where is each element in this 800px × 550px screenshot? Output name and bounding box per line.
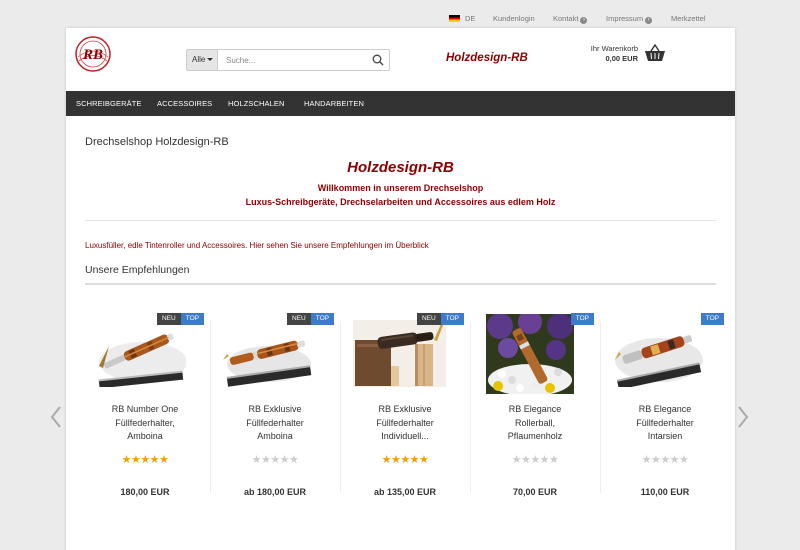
logo-text: RB bbox=[82, 47, 103, 63]
top-utility-bar: DE Kundenlogin Kontakt › Impressum › Merkz… bbox=[0, 9, 800, 27]
nav-item-schreibgeraete[interactable]: SCHREIBGERÄTE bbox=[76, 91, 141, 116]
circle-arrow-icon: › bbox=[645, 17, 653, 24]
star-rating: ★★★★★ bbox=[251, 454, 299, 466]
star-rating: ★★★★★ bbox=[381, 454, 429, 466]
search-category-dropdown[interactable]: Alle bbox=[187, 50, 218, 70]
product-image[interactable] bbox=[613, 320, 706, 387]
contact-link[interactable]: Kontakt › bbox=[553, 14, 588, 24]
product-name-line: Füllfederhalter bbox=[636, 417, 694, 428]
contact-label: Kontakt bbox=[553, 14, 579, 23]
product-image[interactable] bbox=[353, 320, 446, 387]
card-divider bbox=[340, 321, 341, 493]
product-name-line: Pflaumenholz bbox=[507, 431, 563, 441]
search-input[interactable] bbox=[219, 50, 369, 70]
product-name-line: Füllfederhalter, bbox=[115, 417, 175, 428]
caret-down-icon bbox=[207, 58, 214, 61]
badge-top: TOP bbox=[570, 313, 594, 325]
circle-arrow-icon: › bbox=[580, 17, 588, 24]
product-image[interactable] bbox=[486, 314, 574, 394]
star-rating: ★★★★★ bbox=[121, 454, 169, 466]
section-divider bbox=[85, 283, 716, 285]
product-name-line: Füllfederhalter bbox=[246, 417, 304, 428]
section-title: Unsere Empfehlungen bbox=[85, 264, 190, 276]
product-name-line: RB Number One bbox=[111, 404, 179, 414]
rb-logo-icon: RB bbox=[75, 36, 111, 72]
hero-welcome: Willkommen in unserem Drechselshop bbox=[317, 183, 484, 193]
language-label: DE bbox=[465, 14, 476, 23]
customer-login-link[interactable]: Kundenlogin bbox=[493, 14, 535, 23]
product-name-line: Rollerball, bbox=[514, 417, 556, 428]
product-price: ab 180,00 EUR bbox=[243, 487, 307, 497]
badge-new: NEU bbox=[417, 313, 441, 325]
main-navigation: SCHREIBGERÄTE ACCESSOIRES HOLZSCHALEN HA… bbox=[66, 91, 735, 116]
badge-group: NEU TOP bbox=[417, 313, 464, 325]
badge-group: NEU TOP bbox=[287, 313, 334, 325]
product-price: ab 135,00 EUR bbox=[373, 487, 437, 497]
card-divider bbox=[210, 321, 211, 493]
cart-amount: 0,00 EUR bbox=[605, 54, 638, 63]
badge-top: TOP bbox=[700, 313, 724, 325]
hero-tagline: Luxus-Schreibgeräte, Drechselarbeiten un… bbox=[245, 197, 556, 207]
product-name-line: Amboina bbox=[257, 431, 293, 441]
badge-group: NEU TOP bbox=[157, 313, 204, 325]
page-panel: RB Alle Holzdesign-RB Ihr Warenkorb 0,00… bbox=[66, 28, 735, 550]
hero-title: Holzdesign-RB bbox=[347, 159, 454, 176]
product-card[interactable]: NEU TOP RB Exklusive Füllfederhalter Amb… bbox=[216, 313, 341, 499]
nav-item-accessoires[interactable]: ACCESSOIRES bbox=[157, 91, 212, 116]
imprint-link[interactable]: Impressum › bbox=[606, 14, 653, 24]
intro-text: Luxusfüller, edle Tintenroller und Acces… bbox=[85, 241, 429, 250]
card-divider bbox=[470, 321, 471, 493]
language-selector[interactable]: DE bbox=[449, 14, 475, 23]
search-bar: Alle bbox=[186, 49, 390, 71]
imprint-label: Impressum bbox=[606, 14, 644, 23]
product-name-line: RB Exklusive bbox=[248, 404, 302, 414]
product-image[interactable] bbox=[93, 320, 186, 387]
brand-name[interactable]: Holzdesign-RB bbox=[446, 52, 528, 64]
badge-top: TOP bbox=[180, 313, 204, 325]
badge-top: TOP bbox=[440, 313, 464, 325]
product-price: 70,00 EUR bbox=[512, 487, 558, 497]
shop-logo[interactable]: RB bbox=[74, 35, 112, 73]
badge-new: NEU bbox=[157, 313, 181, 325]
product-name[interactable]: RB Elegance Rollerball, Pflaumenholz bbox=[476, 403, 594, 444]
product-card[interactable]: TOP RB Elegance Füllfederhalter Intarsie… bbox=[606, 313, 724, 499]
product-card[interactable]: NEU TOP RB Exklusive Füllfederhalter Ind… bbox=[346, 313, 471, 499]
product-name[interactable]: RB Exklusive Füllfederhalter Individuell… bbox=[346, 403, 464, 444]
search-icon[interactable] bbox=[372, 54, 384, 66]
chevron-right-icon[interactable] bbox=[737, 406, 749, 428]
product-name[interactable]: RB Exklusive Füllfederhalter Amboina bbox=[216, 403, 334, 444]
product-name-line: RB Exklusive bbox=[378, 404, 432, 414]
product-name-line: RB Elegance bbox=[508, 404, 562, 414]
product-image[interactable] bbox=[223, 320, 316, 387]
wishlist-link[interactable]: Merkzettel bbox=[671, 14, 706, 23]
basket-icon[interactable] bbox=[644, 44, 666, 62]
star-rating: ★★★★★ bbox=[511, 454, 559, 466]
product-name-line: Füllfederhalter bbox=[376, 417, 434, 428]
card-divider bbox=[600, 321, 601, 493]
product-name-line: RB Elegance bbox=[638, 404, 692, 414]
product-name[interactable]: RB Elegance Füllfederhalter Intarsien bbox=[606, 403, 724, 444]
product-price: 180,00 EUR bbox=[120, 487, 170, 497]
product-name-line: Amboina bbox=[127, 431, 163, 441]
product-name-line: Individuell... bbox=[381, 431, 429, 441]
badge-group: TOP bbox=[700, 313, 724, 325]
product-name-line: Intarsien bbox=[647, 431, 683, 441]
cart-summary[interactable]: Ihr Warenkorb 0,00 EUR bbox=[578, 44, 638, 64]
cart-label: Ihr Warenkorb bbox=[590, 44, 638, 53]
nav-item-handarbeiten[interactable]: HANDARBEITEN bbox=[304, 91, 364, 116]
badge-top: TOP bbox=[310, 313, 334, 325]
search-category-label: Alle bbox=[192, 55, 206, 64]
nav-item-holzschalen[interactable]: HOLZSCHALEN bbox=[228, 91, 285, 116]
product-card[interactable]: TOP RB Elegance Rollerball, Pflaumenholz… bbox=[476, 313, 601, 499]
product-name[interactable]: RB Number One Füllfederhalter, Amboina bbox=[86, 403, 204, 444]
chevron-left-icon[interactable] bbox=[50, 406, 62, 428]
divider bbox=[85, 220, 716, 221]
product-price: 110,00 EUR bbox=[640, 487, 690, 497]
star-rating: ★★★★★ bbox=[641, 454, 689, 466]
german-flag-icon bbox=[449, 15, 460, 22]
product-card[interactable]: NEU TOP RB Number One Füllfederhalter, A… bbox=[86, 313, 211, 499]
badge-group: TOP bbox=[570, 313, 594, 325]
page-title: Drechselshop Holzdesign-RB bbox=[85, 136, 229, 148]
badge-new: NEU bbox=[287, 313, 311, 325]
